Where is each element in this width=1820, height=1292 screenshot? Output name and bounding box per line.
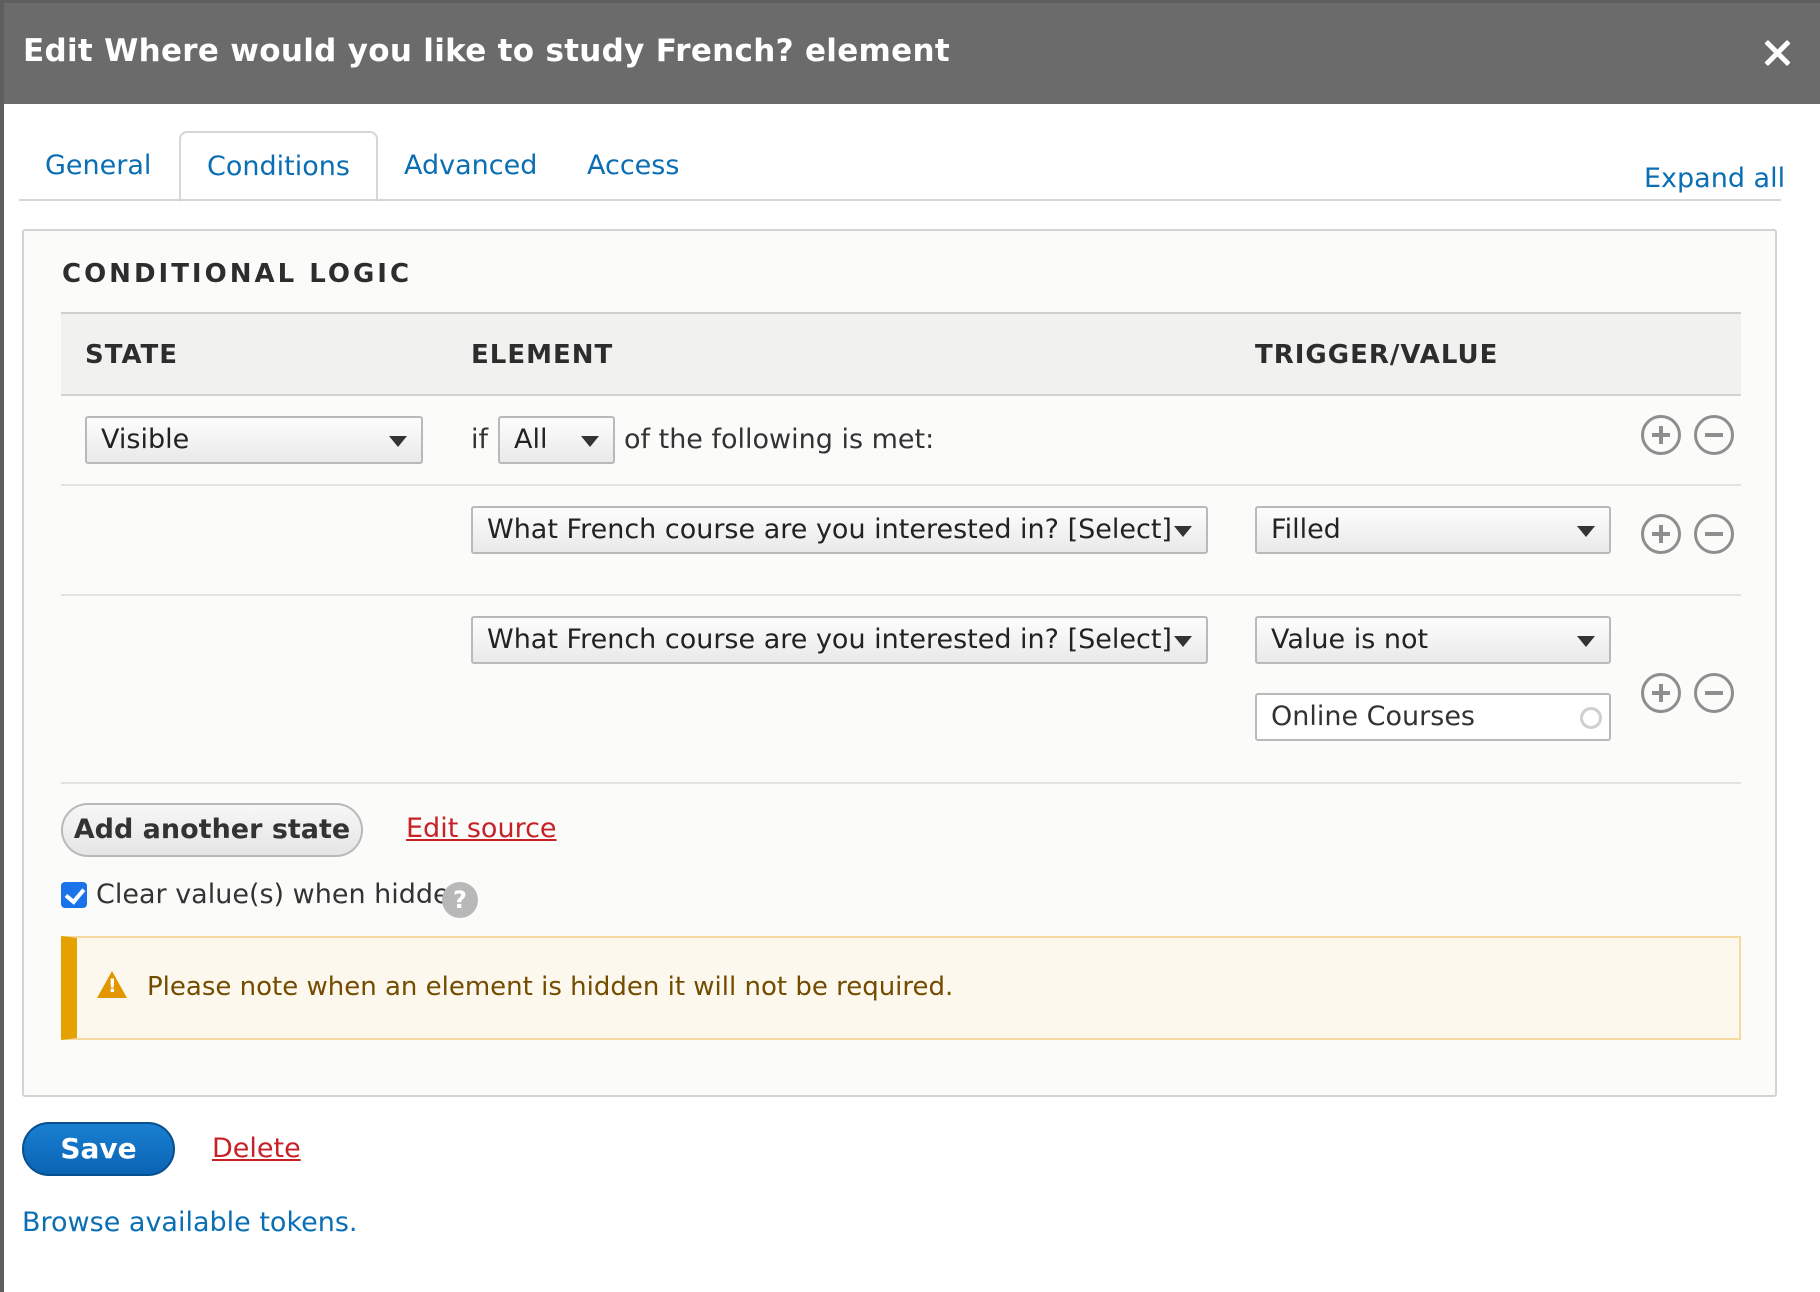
delete-link[interactable]: Delete <box>212 1133 301 1164</box>
add-another-state-button[interactable]: Add another state <box>61 803 363 857</box>
tabs-divider <box>19 199 1781 201</box>
state-select-value: Visible <box>101 424 190 455</box>
column-header-state: STATE <box>85 340 179 370</box>
table-row: Visible if All of the following is met: <box>61 396 1741 486</box>
tab-access[interactable]: Access <box>561 131 705 201</box>
help-icon[interactable]: ? <box>442 882 478 918</box>
chevron-down-icon <box>1174 526 1192 537</box>
condition-value-text: Online Courses <box>1271 701 1476 732</box>
condition-trigger-select[interactable]: Value is not <box>1255 616 1611 664</box>
chevron-down-icon <box>389 436 407 447</box>
remove-condition-icon[interactable] <box>1694 514 1734 554</box>
tab-advanced[interactable]: Advanced <box>378 131 563 201</box>
dialog-titlebar: Edit Where would you like to study Frenc… <box>4 3 1820 104</box>
add-condition-icon[interactable] <box>1641 415 1681 455</box>
column-header-element: ELEMENT <box>471 340 614 370</box>
condition-element-select[interactable]: What French course are you interested in… <box>471 506 1208 554</box>
condition-element-value: What French course are you interested in… <box>487 514 1172 545</box>
warning-icon <box>97 971 127 998</box>
add-condition-icon[interactable] <box>1641 673 1681 713</box>
dialog-title: Edit Where would you like to study Frenc… <box>23 33 950 69</box>
condition-trigger-value: Filled <box>1271 514 1341 545</box>
warning-text: Please note when an element is hidden it… <box>147 972 954 1002</box>
clear-values-label[interactable]: Clear value(s) when hidden <box>96 879 467 910</box>
clear-values-checkbox[interactable] <box>61 882 87 908</box>
edit-element-dialog: Edit Where would you like to study Frenc… <box>0 0 1820 1292</box>
chevron-down-icon <box>1174 636 1192 647</box>
state-select[interactable]: Visible <box>85 416 423 464</box>
warning-message: Please note when an element is hidden it… <box>61 936 1741 1040</box>
tab-conditions[interactable]: Conditions <box>179 131 378 202</box>
edit-source-link[interactable]: Edit source <box>406 813 557 844</box>
chevron-down-icon <box>1577 636 1595 647</box>
column-header-trigger: TRIGGER/VALUE <box>1255 340 1499 370</box>
condition-suffix-text: of the following is met: <box>624 424 935 455</box>
autocomplete-spinner-icon <box>1580 707 1602 729</box>
remove-condition-icon[interactable] <box>1694 673 1734 713</box>
expand-all-link[interactable]: Expand all <box>1644 163 1785 194</box>
table-header: STATE ELEMENT TRIGGER/VALUE <box>61 314 1741 396</box>
condition-element-value: What French course are you interested in… <box>487 624 1172 655</box>
remove-condition-icon[interactable] <box>1694 415 1734 455</box>
conditional-logic-section: CONDITIONAL LOGIC STATE ELEMENT TRIGGER/… <box>22 229 1777 1097</box>
browse-tokens-link[interactable]: Browse available tokens. <box>22 1207 358 1238</box>
add-condition-icon[interactable] <box>1641 514 1681 554</box>
section-title: CONDITIONAL LOGIC <box>62 259 413 289</box>
condition-trigger-select[interactable]: Filled <box>1255 506 1611 554</box>
tab-general[interactable]: General <box>19 131 177 201</box>
table-row: What French course are you interested in… <box>61 486 1741 596</box>
conditions-table: STATE ELEMENT TRIGGER/VALUE Visible if A… <box>61 312 1741 784</box>
save-button[interactable]: Save <box>22 1122 175 1176</box>
table-row: What French course are you interested in… <box>61 596 1741 784</box>
condition-trigger-value: Value is not <box>1271 624 1429 655</box>
operator-select-value: All <box>514 424 548 455</box>
chevron-down-icon <box>581 436 599 447</box>
chevron-down-icon <box>1577 526 1595 537</box>
operator-select[interactable]: All <box>498 416 615 464</box>
condition-element-select[interactable]: What French course are you interested in… <box>471 616 1208 664</box>
if-label: if <box>471 424 489 455</box>
close-icon[interactable] <box>1755 31 1799 75</box>
condition-value-input[interactable]: Online Courses <box>1255 693 1611 741</box>
